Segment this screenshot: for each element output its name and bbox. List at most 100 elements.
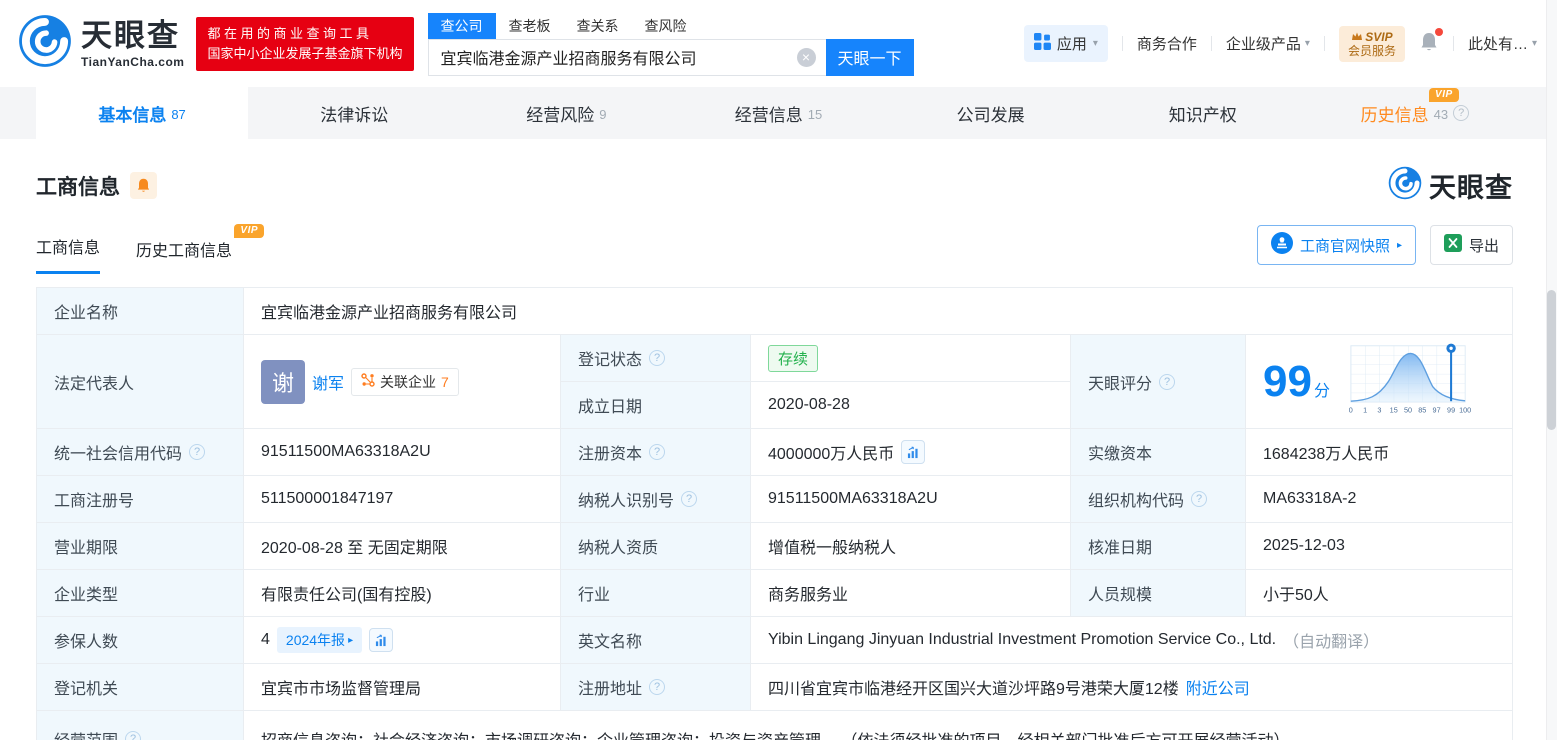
official-snapshot-button[interactable]: 工商官网快照 ▸ — [1256, 225, 1416, 265]
related-companies-badge[interactable]: 关联企业 7 — [351, 367, 459, 396]
help-icon[interactable]: ? — [1191, 491, 1208, 507]
field-label: 纳税人资质 — [561, 523, 751, 570]
svg-text:100: 100 — [1459, 405, 1471, 414]
svg-text:15: 15 — [1390, 405, 1398, 414]
scrollbar-thumb[interactable] — [1547, 290, 1556, 430]
taxpayer-quality-value: 增值税一般纳税人 — [751, 523, 1071, 570]
help-icon[interactable]: ? — [681, 491, 698, 507]
help-icon[interactable]: ? — [125, 730, 142, 740]
nav-cooperation[interactable]: 商务合作 — [1137, 33, 1197, 54]
search-area: 查公司 查老板 查关系 查风险 宜宾临港金源产业招商服务有限公司 × 天眼一下 — [427, 12, 914, 76]
label-text: 统一社会信用代码 — [54, 446, 183, 463]
export-button[interactable]: 导出 — [1429, 225, 1513, 265]
svip-label: SVIP — [1365, 29, 1393, 44]
tab-history-info[interactable]: 历史信息 VIP 43 ? — [1309, 87, 1521, 139]
stamp-icon — [1270, 232, 1293, 258]
org-code-value: MA63318A-2 — [1246, 476, 1512, 523]
network-icon — [361, 373, 375, 390]
search-input[interactable]: 宜宾临港金源产业招商服务有限公司 × — [427, 38, 826, 76]
tab-legal-litigation[interactable]: 法律诉讼 — [248, 87, 460, 139]
clear-search-icon[interactable]: × — [796, 47, 816, 67]
subscribe-bell-icon[interactable] — [130, 172, 157, 199]
field-label: 企业类型 — [37, 570, 244, 617]
capital-trend-icon[interactable] — [901, 440, 926, 464]
help-icon[interactable]: ? — [1453, 105, 1470, 121]
tab-operation-risk[interactable]: 经营风险 9 — [460, 87, 672, 139]
svg-text:99: 99 — [1447, 405, 1455, 414]
field-label: 英文名称 — [561, 617, 751, 664]
insured-count-value: 4 — [261, 631, 270, 648]
nearby-companies-link[interactable]: 附近公司 — [1186, 675, 1250, 699]
field-label: 纳税人识别号 ? — [561, 476, 751, 523]
section-title: 工商信息 — [36, 175, 120, 199]
excel-icon — [1443, 234, 1462, 256]
user-menu[interactable]: 此处有… ▾ — [1468, 33, 1537, 54]
annual-report-badge[interactable]: 2024年报 ▸ — [276, 627, 363, 653]
arrow-right-icon: ▸ — [1396, 239, 1402, 251]
header-nav: 应用 ▾ 商务合作 企业级产品 ▾ SVIP 会员服务 此处有… ▾ — [1023, 25, 1537, 62]
tab-label: 历史信息 — [1360, 105, 1429, 125]
tab-label: 经营信息 — [734, 105, 803, 125]
nav-enterprise[interactable]: 企业级产品 ▾ — [1226, 33, 1310, 54]
watermark-text: 天眼查 — [1429, 173, 1513, 203]
field-label: 实缴资本 — [1071, 429, 1246, 476]
legal-rep-avatar[interactable]: 谢 — [261, 359, 305, 404]
insured-trend-icon[interactable] — [369, 628, 394, 652]
reg-number-value: 511500001847197 — [244, 476, 561, 523]
legal-rep-cell: 谢 谢军 关联企业 7 — [244, 335, 561, 429]
svg-text:3: 3 — [1377, 405, 1381, 414]
reg-status-cell: 存续 — [751, 335, 1071, 382]
tab-count: 87 — [171, 106, 186, 122]
help-icon[interactable]: ? — [649, 444, 666, 460]
arrow-right-icon: ▸ — [348, 634, 354, 646]
search-tab-risk[interactable]: 查风险 — [632, 13, 700, 39]
apps-label: 应用 — [1056, 36, 1087, 53]
grid-icon — [1033, 33, 1051, 54]
help-icon[interactable]: ? — [649, 350, 666, 366]
tab-basic-info[interactable]: 基本信息 87 — [36, 87, 249, 139]
insured-count-cell: 4 2024年报 ▸ — [244, 617, 561, 664]
label-text: 登记状态 — [578, 352, 643, 369]
help-icon[interactable]: ? — [1159, 373, 1176, 390]
field-label: 企业名称 — [37, 288, 244, 335]
nav-enterprise-label: 企业级产品 — [1225, 36, 1301, 53]
help-icon[interactable]: ? — [649, 679, 666, 695]
business-scope-value: 招商信息咨询；社会经济咨询；市场调研咨询；企业管理咨询；投资与资产管理。 （依法… — [244, 711, 1512, 740]
legal-rep-name-link[interactable]: 谢军 — [312, 370, 344, 394]
subtab-business-info[interactable]: 工商信息 — [36, 234, 101, 274]
tianyan-score-cell[interactable]: 99 分 0 1 3 15 50 85 97 99 100 — [1246, 335, 1512, 429]
search-tab-company[interactable]: 查公司 — [427, 12, 496, 39]
field-label: 登记机关 — [37, 664, 244, 711]
apps-menu[interactable]: 应用 ▾ — [1023, 25, 1108, 62]
label-text: 纳税人识别号 — [578, 493, 675, 510]
export-label: 导出 — [1468, 237, 1499, 255]
logo-domain: TianYanCha.com — [81, 54, 185, 69]
help-icon[interactable]: ? — [189, 444, 206, 460]
taxpayer-id-value: 91511500MA63318A2U — [751, 476, 1071, 523]
tab-count: 43 — [1433, 106, 1449, 122]
tab-company-development[interactable]: 公司发展 — [885, 87, 1097, 139]
tianyancha-logo[interactable]: 天眼查 TianYanCha.com — [18, 14, 184, 73]
tab-label: 经营风险 — [526, 105, 595, 125]
field-label: 工商注册号 — [37, 476, 244, 523]
tab-intellectual-property[interactable]: 知识产权 — [1097, 87, 1309, 139]
field-label: 经营范围 ? — [37, 711, 244, 740]
search-tab-boss[interactable]: 查老板 — [496, 13, 564, 39]
scrollbar-track[interactable] — [1546, 0, 1557, 740]
slogan-line2: 国家中小企业发展子基金旗下机构 — [207, 45, 403, 61]
tab-operation-info[interactable]: 经营信息 15 — [672, 87, 884, 139]
main-tabbar: 基本信息 87 法律诉讼 经营风险 9 经营信息 15 公司发展 知识产权 历史… — [0, 87, 1557, 139]
search-tabs: 查公司 查老板 查关系 查风险 — [427, 12, 914, 39]
subtab-history-business-info[interactable]: 历史工商信息 VIP — [136, 224, 265, 274]
search-tab-relation[interactable]: 查关系 — [564, 13, 632, 39]
svg-text:1: 1 — [1363, 405, 1367, 414]
company-name-value: 宜宾临港金源产业招商服务有限公司 — [244, 288, 1512, 335]
svip-member-button[interactable]: SVIP 会员服务 — [1338, 25, 1405, 62]
score-unit: 分 — [1313, 382, 1330, 400]
search-button[interactable]: 天眼一下 — [825, 38, 914, 76]
svip-sublabel: 会员服务 — [1347, 43, 1396, 58]
notification-bell-icon[interactable] — [1419, 27, 1443, 57]
logo-title: 天眼查 — [81, 17, 180, 53]
field-label: 核准日期 — [1071, 523, 1246, 570]
field-label: 注册地址 ? — [561, 664, 751, 711]
